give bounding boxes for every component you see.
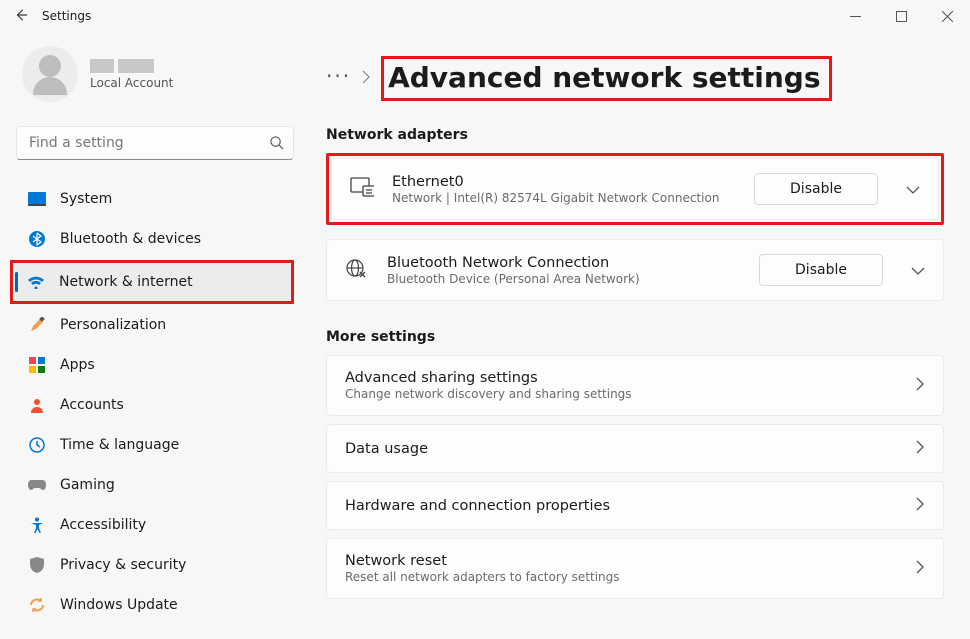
brush-icon: [28, 316, 46, 334]
sidebar-item-label: Accessibility: [60, 517, 146, 533]
settings-window: Settings Local Account: [0, 0, 970, 639]
system-icon: [28, 190, 46, 208]
search-container: [16, 126, 294, 160]
adapter-sub: Network | Intel(R) 82574L Gigabit Networ…: [392, 191, 736, 205]
setting-title: Hardware and connection properties: [345, 498, 610, 514]
sidebar-item-gaming[interactable]: Gaming: [16, 466, 296, 504]
setting-sub: Reset all network adapters to factory se…: [345, 570, 620, 584]
chevron-right-icon: [915, 439, 925, 458]
back-button[interactable]: [14, 7, 28, 26]
disable-button[interactable]: Disable: [754, 173, 878, 205]
adapter-name: Bluetooth Network Connection: [387, 255, 741, 271]
search-input[interactable]: [16, 126, 294, 160]
sidebar-item-label: Gaming: [60, 477, 115, 493]
window-title: Settings: [42, 9, 91, 23]
shield-icon: [28, 556, 46, 574]
breadcrumb: ··· Advanced network settings: [326, 56, 950, 101]
setting-data-usage[interactable]: Data usage: [326, 424, 944, 473]
sidebar-item-label: Privacy & security: [60, 557, 186, 573]
setting-sub: Change network discovery and sharing set…: [345, 387, 632, 401]
breadcrumb-more-icon[interactable]: ···: [326, 64, 351, 94]
setting-network-reset[interactable]: Network reset Reset all network adapters…: [326, 538, 944, 599]
adapter-ethernet0[interactable]: Ethernet0 Network | Intel(R) 82574L Giga…: [331, 158, 939, 220]
search-icon: [269, 135, 284, 154]
sidebar-item-label: Personalization: [60, 317, 166, 333]
sidebar-item-apps[interactable]: Apps: [16, 346, 296, 384]
close-button[interactable]: [924, 0, 970, 32]
adapter-sub: Bluetooth Device (Personal Area Network): [387, 272, 741, 286]
chevron-right-icon: [915, 559, 925, 578]
sidebar-item-label: System: [60, 191, 112, 207]
setting-title: Data usage: [345, 441, 428, 457]
sidebar-item-privacy[interactable]: Privacy & security: [16, 546, 296, 584]
sidebar-item-personalization[interactable]: Personalization: [16, 306, 296, 344]
titlebar: Settings: [0, 0, 970, 32]
disable-button[interactable]: Disable: [759, 254, 883, 286]
accessibility-icon: [28, 516, 46, 534]
setting-advanced-sharing[interactable]: Advanced sharing settings Change network…: [326, 355, 944, 416]
sidebar-item-system[interactable]: System: [16, 180, 296, 218]
wifi-icon: [27, 273, 45, 291]
chevron-down-icon[interactable]: [911, 261, 925, 280]
sidebar-item-label: Time & language: [60, 437, 179, 453]
minimize-button[interactable]: [832, 0, 878, 32]
page-title: Advanced network settings: [381, 56, 831, 101]
sidebar-item-label: Bluetooth & devices: [60, 231, 201, 247]
sidebar-item-label: Windows Update: [60, 597, 178, 613]
bluetooth-icon: [28, 230, 46, 248]
adapters-section-label: Network adapters: [326, 127, 950, 143]
apps-icon: [28, 356, 46, 374]
profile-account-type: Local Account: [90, 76, 173, 90]
sidebar-item-accessibility[interactable]: Accessibility: [16, 506, 296, 544]
sidebar-item-label: Accounts: [60, 397, 124, 413]
sidebar-item-accounts[interactable]: Accounts: [16, 386, 296, 424]
accounts-icon: [28, 396, 46, 414]
ethernet-icon: [350, 177, 374, 201]
sidebar-item-time[interactable]: Time & language: [16, 426, 296, 464]
gaming-icon: [28, 476, 46, 494]
sidebar-item-bluetooth[interactable]: Bluetooth & devices: [16, 220, 296, 258]
setting-title: Advanced sharing settings: [345, 370, 632, 386]
adapter-name: Ethernet0: [392, 174, 736, 190]
setting-hardware-properties[interactable]: Hardware and connection properties: [326, 481, 944, 530]
profile-name-redacted: [90, 59, 173, 73]
sidebar: Local Account System Bluetooth & devices: [0, 32, 300, 639]
chevron-right-icon: [915, 376, 925, 395]
sidebar-item-label: Apps: [60, 357, 95, 373]
chevron-right-icon: [915, 496, 925, 515]
maximize-button[interactable]: [878, 0, 924, 32]
sidebar-item-update[interactable]: Windows Update: [16, 586, 296, 624]
sidebar-menu: System Bluetooth & devices Network & int…: [16, 180, 296, 624]
setting-title: Network reset: [345, 553, 620, 569]
sidebar-item-label: Network & internet: [59, 274, 193, 290]
avatar: [22, 46, 78, 102]
profile-block[interactable]: Local Account: [16, 42, 296, 124]
highlighted-adapter: Ethernet0 Network | Intel(R) 82574L Giga…: [326, 153, 944, 225]
more-settings-label: More settings: [326, 329, 950, 345]
sidebar-item-network[interactable]: Network & internet: [15, 263, 291, 301]
chevron-right-icon: [361, 69, 371, 88]
clock-icon: [28, 436, 46, 454]
adapter-bluetooth[interactable]: Bluetooth Network Connection Bluetooth D…: [326, 239, 944, 301]
globe-icon: [345, 258, 369, 282]
update-icon: [28, 596, 46, 614]
main-content: ··· Advanced network settings Network ad…: [300, 32, 970, 639]
chevron-down-icon[interactable]: [906, 180, 920, 199]
